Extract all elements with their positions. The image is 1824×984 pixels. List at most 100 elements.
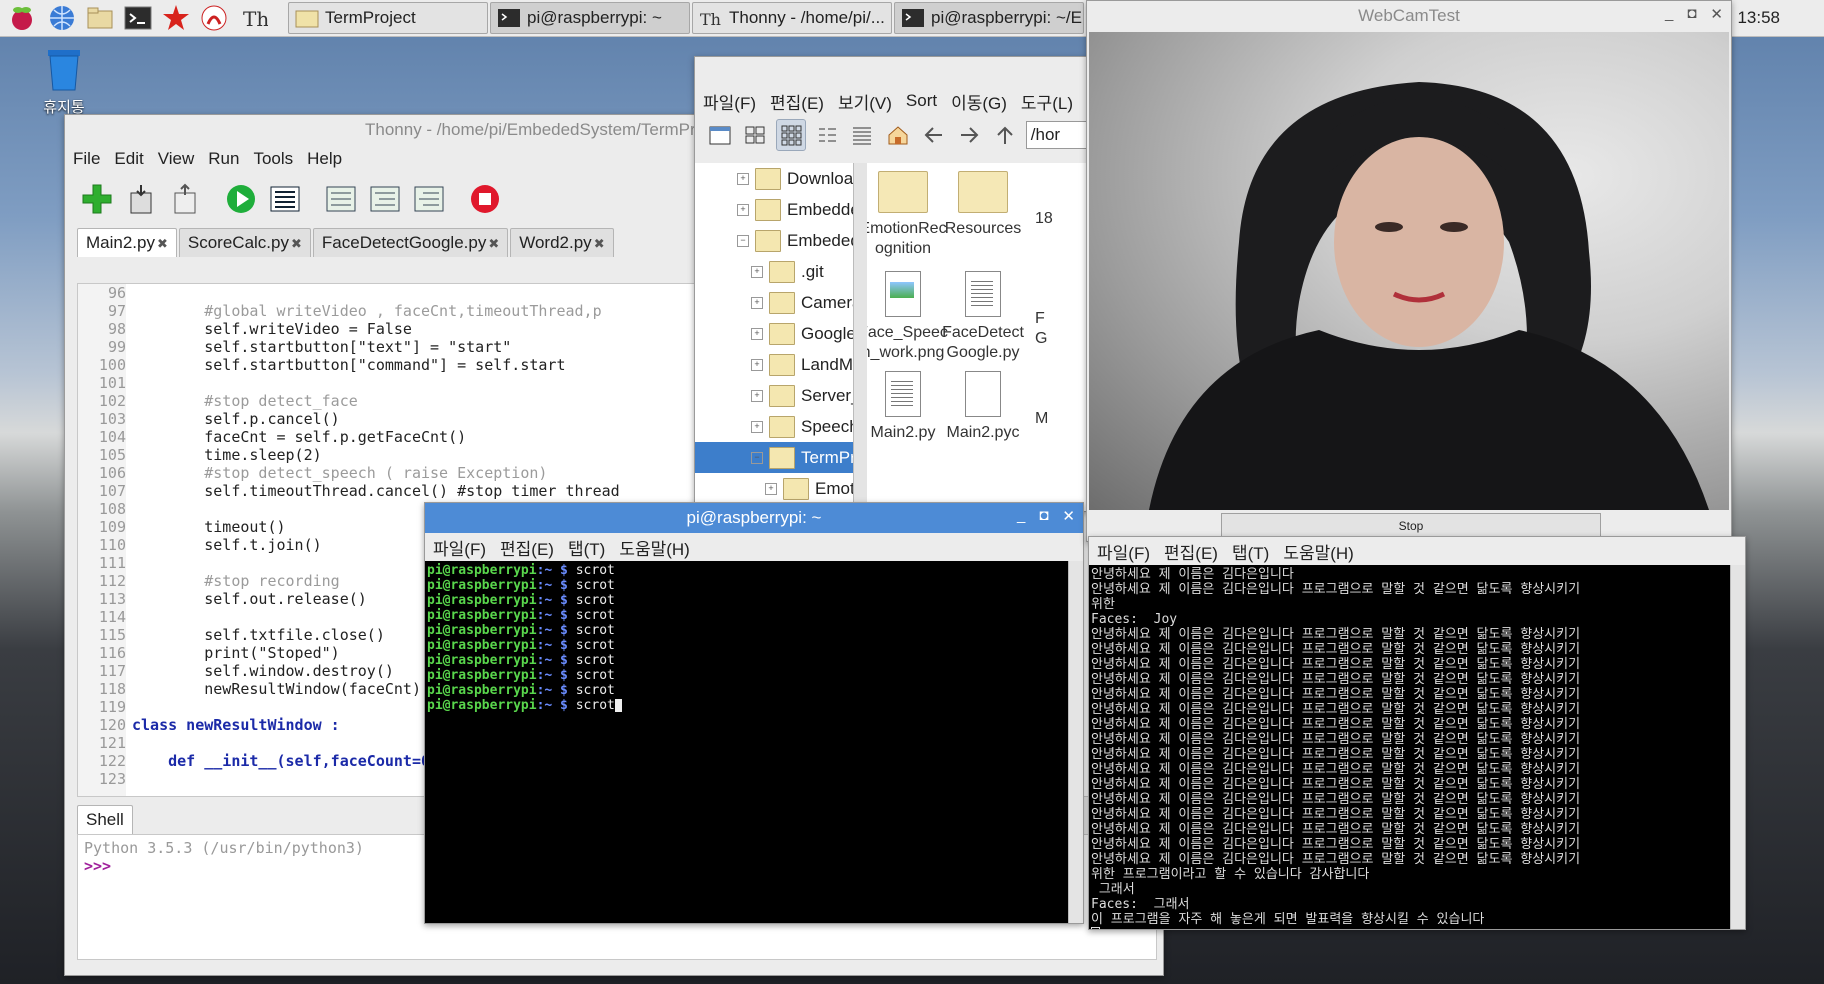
stop-button[interactable] [467,181,503,217]
save-file-button[interactable] [167,181,203,217]
tree-item[interactable]: + Download [695,163,859,194]
menu-file[interactable]: 파일(F) [1097,539,1150,564]
tab-shell[interactable]: Shell [77,805,133,834]
terminal-output[interactable]: 안녕하세요 제 이름은 김다은입니다 안녕하세요 제 이름은 김다은입니다 프로그… [1089,565,1731,929]
thumbnail-view-button[interactable] [776,119,806,151]
fm-menu-file[interactable]: 파일(F) [703,89,756,114]
tree-item[interactable]: − TermPr [695,442,859,473]
terminal-icon[interactable] [124,4,152,32]
expand-icon[interactable]: + [737,172,749,185]
file-item[interactable]: FaceDetect Google.py [937,271,1029,363]
webcam-titlebar[interactable]: WebCamTest _ ◘ ✕ [1087,1,1731,31]
tab-facedetectgoogle[interactable]: FaceDetectGoogle.py ✖ [312,228,509,257]
menu-edit[interactable]: Edit [114,149,143,169]
tab-word2[interactable]: Word2.py ✖ [510,228,614,257]
terminal-titlebar[interactable]: pi@raspberrypi: ~ _ ◘ ✕ [425,503,1083,533]
fm-menu-tools[interactable]: 도구(L) [1021,89,1073,114]
wolfram-icon[interactable] [200,4,228,32]
fm-menu-go[interactable]: 이동(G) [951,89,1007,114]
menu-file[interactable]: File [73,149,100,169]
tree-item[interactable]: + Google [695,318,859,349]
file-item[interactable]: F G [1035,309,1055,349]
fm-menu-sort[interactable]: Sort [906,91,937,111]
expand-icon[interactable]: + [751,420,763,433]
collapse-icon[interactable]: − [737,234,749,247]
close-icon[interactable]: ✖ [488,236,499,251]
step-over-button[interactable] [323,181,359,217]
detail-view-button[interactable] [848,119,878,151]
maximize-icon[interactable]: ◘ [1039,507,1048,525]
tree-item[interactable]: + LandMa [695,349,859,380]
expand-icon[interactable]: + [765,482,777,495]
menu-tools[interactable]: Tools [253,149,293,169]
up-button[interactable] [990,119,1020,151]
maximize-icon[interactable]: ◘ [1687,5,1696,23]
expand-icon[interactable]: + [751,389,763,402]
expand-icon[interactable]: + [751,265,763,278]
forward-button[interactable] [954,119,984,151]
tree-item[interactable]: + Server_ [695,380,859,411]
tree-item[interactable]: + Emot [695,473,859,504]
new-file-button[interactable] [79,181,115,217]
menu-help[interactable]: 도움말(H) [1283,539,1354,564]
fm-menu-edit[interactable]: 편집(E) [770,89,824,114]
menu-tabs[interactable]: 탭(T) [568,535,605,560]
path-input[interactable]: /hor [1025,121,1087,149]
minimize-icon[interactable]: _ [1017,507,1025,525]
compact-view-button[interactable] [812,119,842,151]
file-item[interactable]: Main2.pyc [937,371,1029,443]
minimize-icon[interactable]: _ [1665,5,1673,23]
file-item[interactable]: Resources [937,171,1029,239]
terminal-scrollbar[interactable] [1068,561,1083,923]
close-icon[interactable]: ✖ [157,236,168,251]
raspberry-menu-icon[interactable] [8,4,36,32]
expand-icon[interactable]: + [751,296,763,309]
tab-main2[interactable]: Main2.py ✖ [77,228,177,257]
tree-item[interactable]: + Camera [695,287,859,318]
menu-tabs[interactable]: 탭(T) [1232,539,1269,564]
terminal-output[interactable]: pi@raspberrypi:~ $ scrot pi@raspberrypi:~… [425,561,1069,923]
tab-scorecalc[interactable]: ScoreCalc.py ✖ [178,228,311,257]
tree-item[interactable]: − Embeded [695,225,859,256]
run-button[interactable] [223,181,259,217]
tree-item[interactable]: + Embedde [695,194,859,225]
file-manager-icon[interactable] [86,4,114,32]
menu-file[interactable]: 파일(F) [433,535,486,560]
task-termproject[interactable]: TermProject [288,2,488,34]
expand-icon[interactable]: + [751,358,763,371]
close-icon[interactable]: ✕ [1710,5,1723,23]
new-window-button[interactable] [705,119,735,151]
task-terminal-1[interactable]: pi@raspberrypi: ~ [490,2,690,34]
icon-view-button[interactable] [741,119,771,151]
tree-item[interactable]: + Speech [695,411,859,442]
close-icon[interactable]: ✖ [594,236,605,251]
menu-view[interactable]: View [158,149,195,169]
expand-icon[interactable]: + [737,203,749,216]
step-out-button[interactable] [411,181,447,217]
menu-help[interactable]: Help [307,149,342,169]
tree-scrollbar[interactable] [853,163,868,511]
file-item[interactable]: 18 [1035,209,1055,229]
debug-button[interactable] [267,181,303,217]
back-button[interactable] [919,119,949,151]
desktop-trash[interactable]: 휴지통 [36,44,92,117]
close-icon[interactable]: ✕ [1062,507,1075,525]
file-item[interactable]: M [1035,409,1055,429]
fm-menu-view[interactable]: 보기(V) [838,89,892,114]
close-icon[interactable]: ✖ [291,236,302,251]
fm-titlebar[interactable] [695,57,1087,87]
task-terminal-2[interactable]: pi@raspberrypi: ~/E... [894,2,1084,34]
task-thonny[interactable]: Th Thonny - /home/pi/... [692,2,892,34]
step-into-button[interactable] [367,181,403,217]
menu-edit[interactable]: 편집(E) [500,535,554,560]
thonny-icon[interactable]: Th [240,4,269,32]
web-browser-icon[interactable] [48,4,76,32]
menu-run[interactable]: Run [208,149,239,169]
terminal-scrollbar[interactable] [1730,565,1745,929]
collapse-icon[interactable]: − [751,451,763,464]
expand-icon[interactable]: + [751,327,763,340]
menu-help[interactable]: 도움말(H) [619,535,690,560]
mathematica-icon[interactable] [162,4,190,32]
tree-item[interactable]: + .git [695,256,859,287]
menu-edit[interactable]: 편집(E) [1164,539,1218,564]
